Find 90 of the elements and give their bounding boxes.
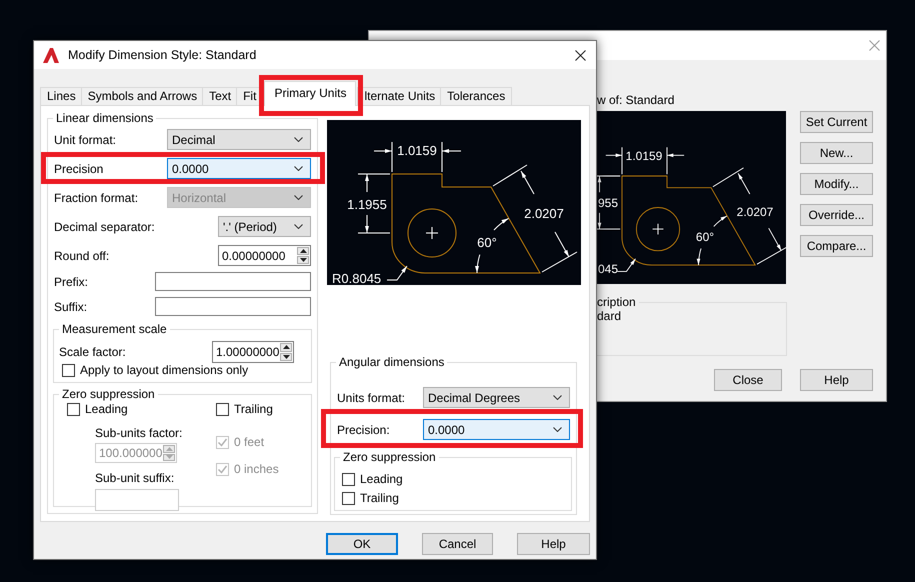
caret-icon <box>294 195 303 200</box>
dialog-button[interactable]: Modify... <box>800 173 873 195</box>
checkbox[interactable] <box>342 492 355 504</box>
dialog-button[interactable]: Help <box>800 369 873 391</box>
field-label: Fraction format: <box>54 190 138 204</box>
checkbox[interactable] <box>62 364 75 376</box>
window-title: Modify Dimension Style: Standard <box>68 48 256 62</box>
dropdown[interactable]: Decimal Degrees <box>423 387 570 408</box>
dimension-label: 2.0207 <box>736 205 774 219</box>
dimension-label: 1.1955 <box>347 197 387 212</box>
triangle-logo-icon <box>43 48 59 62</box>
down-triangle-icon <box>300 258 306 262</box>
checkbox[interactable] <box>342 472 355 486</box>
hole-outline <box>636 207 680 252</box>
group-label: Zero suppression <box>340 450 439 464</box>
up-triangle-icon <box>166 446 173 451</box>
dimension-label: 60° <box>696 230 714 244</box>
caret-icon <box>294 137 303 142</box>
close-icon[interactable] <box>575 50 586 60</box>
tab[interactable]: Primary Units <box>264 81 356 106</box>
field-label: Prefix: <box>54 274 88 288</box>
field-label: Sub-unit suffix: <box>95 471 174 485</box>
dimension-label: 2.0207 <box>524 206 564 221</box>
dialog-button[interactable]: Override... <box>800 204 873 226</box>
spin-up-button[interactable] <box>297 247 309 255</box>
dropdown[interactable]: 0.0000 <box>423 419 570 440</box>
checkbox-label: 0 inches <box>234 462 279 476</box>
field-label: Scale factor: <box>59 345 126 359</box>
dialog-button[interactable]: Close <box>714 369 782 391</box>
field-label: Precision <box>54 162 104 176</box>
dialog-button[interactable]: New... <box>800 142 873 164</box>
group-label: Linear dimensions <box>53 111 156 125</box>
dimension-label: R0.8045 <box>332 271 382 285</box>
input-field[interactable] <box>155 297 311 316</box>
checkbox[interactable] <box>67 402 80 416</box>
caret-icon <box>553 395 562 400</box>
group-label: Measurement scale <box>59 322 170 336</box>
checkbox-label: Apply to layout dimensions only <box>80 363 248 377</box>
dropdown[interactable]: '.' (Period) <box>218 216 311 237</box>
dimension-label: 955 <box>598 196 618 210</box>
group-label: Zero suppression <box>59 387 158 401</box>
spin-up-button[interactable] <box>280 343 292 352</box>
checkbox-label: Leading <box>85 402 128 416</box>
dimension-label: 1.0159 <box>397 143 437 158</box>
center-mark <box>426 226 438 240</box>
field-label: Units format: <box>337 390 406 404</box>
checkbox-label: Leading <box>360 472 403 486</box>
checkbox-label: 0 feet <box>234 435 264 449</box>
field-label: Sub-units factor: <box>95 426 182 440</box>
group-label: cription <box>597 295 639 309</box>
hole-outline <box>408 208 456 258</box>
dialog-button[interactable]: OK <box>326 533 398 555</box>
spin-box[interactable]: 0.00000000 <box>218 245 311 266</box>
up-triangle-icon <box>282 345 290 350</box>
dimension-label: 1.0159 <box>626 149 662 163</box>
field-label: Round off: <box>54 248 110 262</box>
dropdown[interactable]: Decimal <box>167 129 311 150</box>
checkbox[interactable] <box>216 402 229 416</box>
caret-icon <box>294 166 303 171</box>
spin-box[interactable]: 1.00000000 <box>212 341 294 363</box>
dimension-label: 045 <box>598 262 618 276</box>
down-triangle-icon <box>282 354 290 359</box>
input-field[interactable] <box>155 272 311 291</box>
tab[interactable]: Symbols and Arrows <box>80 87 204 105</box>
dialog-button[interactable]: Compare... <box>800 235 873 257</box>
field-label: Precision: <box>337 422 390 436</box>
dialog-button[interactable]: Cancel <box>422 533 493 555</box>
tab[interactable]: Tolerances <box>440 87 512 105</box>
field-label: Decimal separator: <box>54 220 155 234</box>
spin-down-button[interactable] <box>297 256 309 264</box>
field-label: Suffix: <box>54 300 88 314</box>
dialog-button[interactable]: Help <box>517 533 590 555</box>
group-label: Angular dimensions <box>336 355 448 369</box>
caret-icon <box>553 427 562 432</box>
up-triangle-icon <box>300 249 306 253</box>
tab[interactable]: Lines <box>40 87 83 105</box>
checkbox-label: Trailing <box>360 491 399 505</box>
tab[interactable]: Text <box>202 87 238 105</box>
spin-down-button[interactable] <box>280 352 292 361</box>
down-triangle-icon <box>166 455 173 460</box>
preview-caption: w of: Standard <box>597 93 676 107</box>
center-mark <box>652 223 664 235</box>
dialog-button[interactable]: Set Current <box>800 111 873 133</box>
checkbox-label: Trailing <box>234 402 273 416</box>
description-text: dard <box>597 309 622 323</box>
field-label: Unit format: <box>54 132 116 146</box>
dimension-label: 60° <box>477 235 497 250</box>
caret-icon <box>294 224 303 229</box>
dropdown[interactable]: 0.0000 <box>167 158 311 179</box>
tab[interactable]: lternate Units <box>357 87 442 105</box>
